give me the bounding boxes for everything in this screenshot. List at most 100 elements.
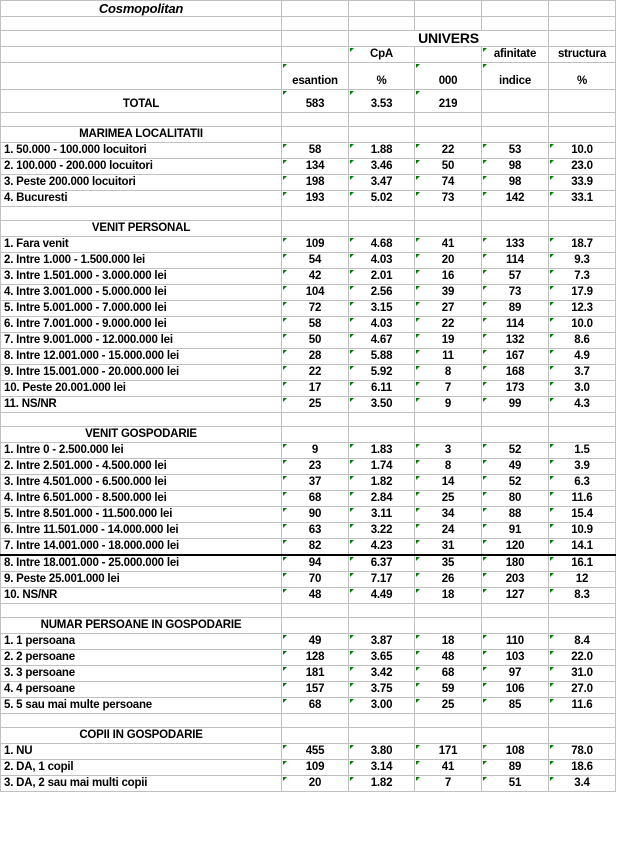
cpa-cell: 3.87 xyxy=(348,633,415,650)
structura-cell: 11.6 xyxy=(548,697,616,714)
structura-header: structura xyxy=(548,46,616,63)
section-title: VENIT GOSPODARIE xyxy=(0,426,282,443)
section-header-row: MARIMEA LOCALITATII xyxy=(0,126,616,143)
section-header-row: VENIT PERSONAL xyxy=(0,220,616,237)
structura-cell: 8.6 xyxy=(548,332,616,349)
esantion-cell: 37 xyxy=(281,474,349,491)
row-label: 5. Intre 5.001.000 - 7.000.000 lei xyxy=(0,300,282,317)
univers-cell: 41 xyxy=(414,236,482,253)
indice-cell: 98 xyxy=(481,158,549,175)
esantion-cell: 28 xyxy=(281,348,349,365)
esantion-cell: 68 xyxy=(281,490,349,507)
cpa-cell: 4.03 xyxy=(348,316,415,333)
row-label: 4. Bucuresti xyxy=(0,190,282,207)
esantion-cell: 23 xyxy=(281,458,349,475)
total-cpa: 3.53 xyxy=(348,89,415,113)
esantion-cell: 109 xyxy=(281,236,349,253)
row-label: 4. Intre 3.001.000 - 5.000.000 lei xyxy=(0,284,282,301)
table-row: 5. 5 sau mai multe persoane 68 3.00 25 85 11.… xyxy=(0,697,616,714)
univers-cell: 20 xyxy=(414,252,482,269)
table-row: 1. Intre 0 - 2.500.000 lei 9 1.83 3 52 1.5 xyxy=(0,442,616,459)
cpa-cell: 6.11 xyxy=(348,380,415,397)
row-label: 2. 2 persoane xyxy=(0,649,282,666)
cpa-cell: 4.23 xyxy=(348,538,415,556)
row-label: 2. DA, 1 copil xyxy=(0,759,282,776)
cpa-cell: 1.83 xyxy=(348,442,415,459)
row-label: 1. NU xyxy=(0,743,282,760)
indice-cell: 51 xyxy=(481,775,549,792)
univers-cell: 34 xyxy=(414,506,482,523)
univers-cell: 73 xyxy=(414,190,482,207)
total-univers: 219 xyxy=(414,89,482,113)
cpa-cell: 5.92 xyxy=(348,364,415,381)
cpa-cell: 3.11 xyxy=(348,506,415,523)
row-label: 7. Intre 9.001.000 - 12.000.000 lei xyxy=(0,332,282,349)
univers-cell: 16 xyxy=(414,268,482,285)
structura-cell: 14.1 xyxy=(548,538,616,556)
structura-cell: 3.7 xyxy=(548,364,616,381)
table-row: 6. Intre 7.001.000 - 9.000.000 lei 58 4.03… xyxy=(0,316,616,333)
table-row: 7. Intre 9.001.000 - 12.000.000 lei 50 4.6… xyxy=(0,332,616,349)
esantion-cell: 42 xyxy=(281,268,349,285)
univers-cell: 11 xyxy=(414,348,482,365)
univers-cell: 39 xyxy=(414,284,482,301)
structura-cell: 7.3 xyxy=(548,268,616,285)
table-row: 4. Intre 6.501.000 - 8.500.000 lei 68 2.84… xyxy=(0,490,616,507)
cpa-cell: 3.50 xyxy=(348,396,415,413)
univers-cell: 59 xyxy=(414,681,482,698)
structura-cell: 11.6 xyxy=(548,490,616,507)
row-label: 2. 100.000 - 200.000 locuitori xyxy=(0,158,282,175)
structura-cell: 3.4 xyxy=(548,775,616,792)
report-title: Cosmopolitan xyxy=(0,0,282,17)
structura-cell: 27.0 xyxy=(548,681,616,698)
row-label: 3. Peste 200.000 locuitori xyxy=(0,174,282,191)
row-label: 8. Intre 12.001.000 - 15.000.000 lei xyxy=(0,348,282,365)
univers-cell: 50 xyxy=(414,158,482,175)
indice-cell: 80 xyxy=(481,490,549,507)
univers-cell: 48 xyxy=(414,649,482,666)
indice-cell: 133 xyxy=(481,236,549,253)
table-row: 3. 3 persoane 181 3.42 68 97 31.0 xyxy=(0,665,616,682)
structura-cell: 18.7 xyxy=(548,236,616,253)
table-row: 2. Intre 2.501.000 - 4.500.000 lei 23 1.74… xyxy=(0,458,616,475)
structure-percent-header: % xyxy=(548,62,616,90)
esantion-cell: 20 xyxy=(281,775,349,792)
structura-cell: 8.4 xyxy=(548,633,616,650)
structura-cell: 17.9 xyxy=(548,284,616,301)
univers-cell: 18 xyxy=(414,633,482,650)
section-title: MARIMEA LOCALITATII xyxy=(0,126,282,143)
table-row: 4. Bucuresti 193 5.02 73 142 33.1 xyxy=(0,190,616,207)
structura-cell: 9.3 xyxy=(548,252,616,269)
esantion-cell: 58 xyxy=(281,142,349,159)
structura-cell: 33.9 xyxy=(548,174,616,191)
cpa-cell: 4.67 xyxy=(348,332,415,349)
esantion-cell: 104 xyxy=(281,284,349,301)
esantion-cell: 134 xyxy=(281,158,349,175)
indice-cell: 114 xyxy=(481,316,549,333)
structura-cell: 33.1 xyxy=(548,190,616,207)
indice-cell: 132 xyxy=(481,332,549,349)
cpa-cell: 2.56 xyxy=(348,284,415,301)
cpa-header: CpA xyxy=(348,46,415,63)
row-label: 2. Intre 2.501.000 - 4.500.000 lei xyxy=(0,458,282,475)
row-label: 3. Intre 4.501.000 - 6.500.000 lei xyxy=(0,474,282,491)
row-label: 9. Intre 15.001.000 - 20.000.000 lei xyxy=(0,364,282,381)
section-title: NUMAR PERSOANE IN GOSPODARIE xyxy=(0,617,282,634)
table-row: 9. Peste 25.001.000 lei 70 7.17 26 203 12 xyxy=(0,571,616,588)
cpa-cell: 7.17 xyxy=(348,571,415,588)
univers-cell: 19 xyxy=(414,332,482,349)
afinitate-header: afinitate xyxy=(481,46,549,63)
univers-cell: 7 xyxy=(414,380,482,397)
univers-cell: 14 xyxy=(414,474,482,491)
row-label: 5. 5 sau mai multe persoane xyxy=(0,697,282,714)
row-label: 6. Intre 11.501.000 - 14.000.000 lei xyxy=(0,522,282,539)
cpa-cell: 6.37 xyxy=(348,554,415,572)
table-row: 1. NU 455 3.80 171 108 78.0 xyxy=(0,743,616,760)
row-label: 1. Intre 0 - 2.500.000 lei xyxy=(0,442,282,459)
cpa-cell: 5.88 xyxy=(348,348,415,365)
spreadsheet: Cosmopolitan UNIVERS CpA afinitate struc… xyxy=(0,0,616,792)
section-title: COPII IN GOSPODARIE xyxy=(0,727,282,744)
univers-cell: 31 xyxy=(414,538,482,556)
esantion-cell: 157 xyxy=(281,681,349,698)
esantion-cell: 193 xyxy=(281,190,349,207)
